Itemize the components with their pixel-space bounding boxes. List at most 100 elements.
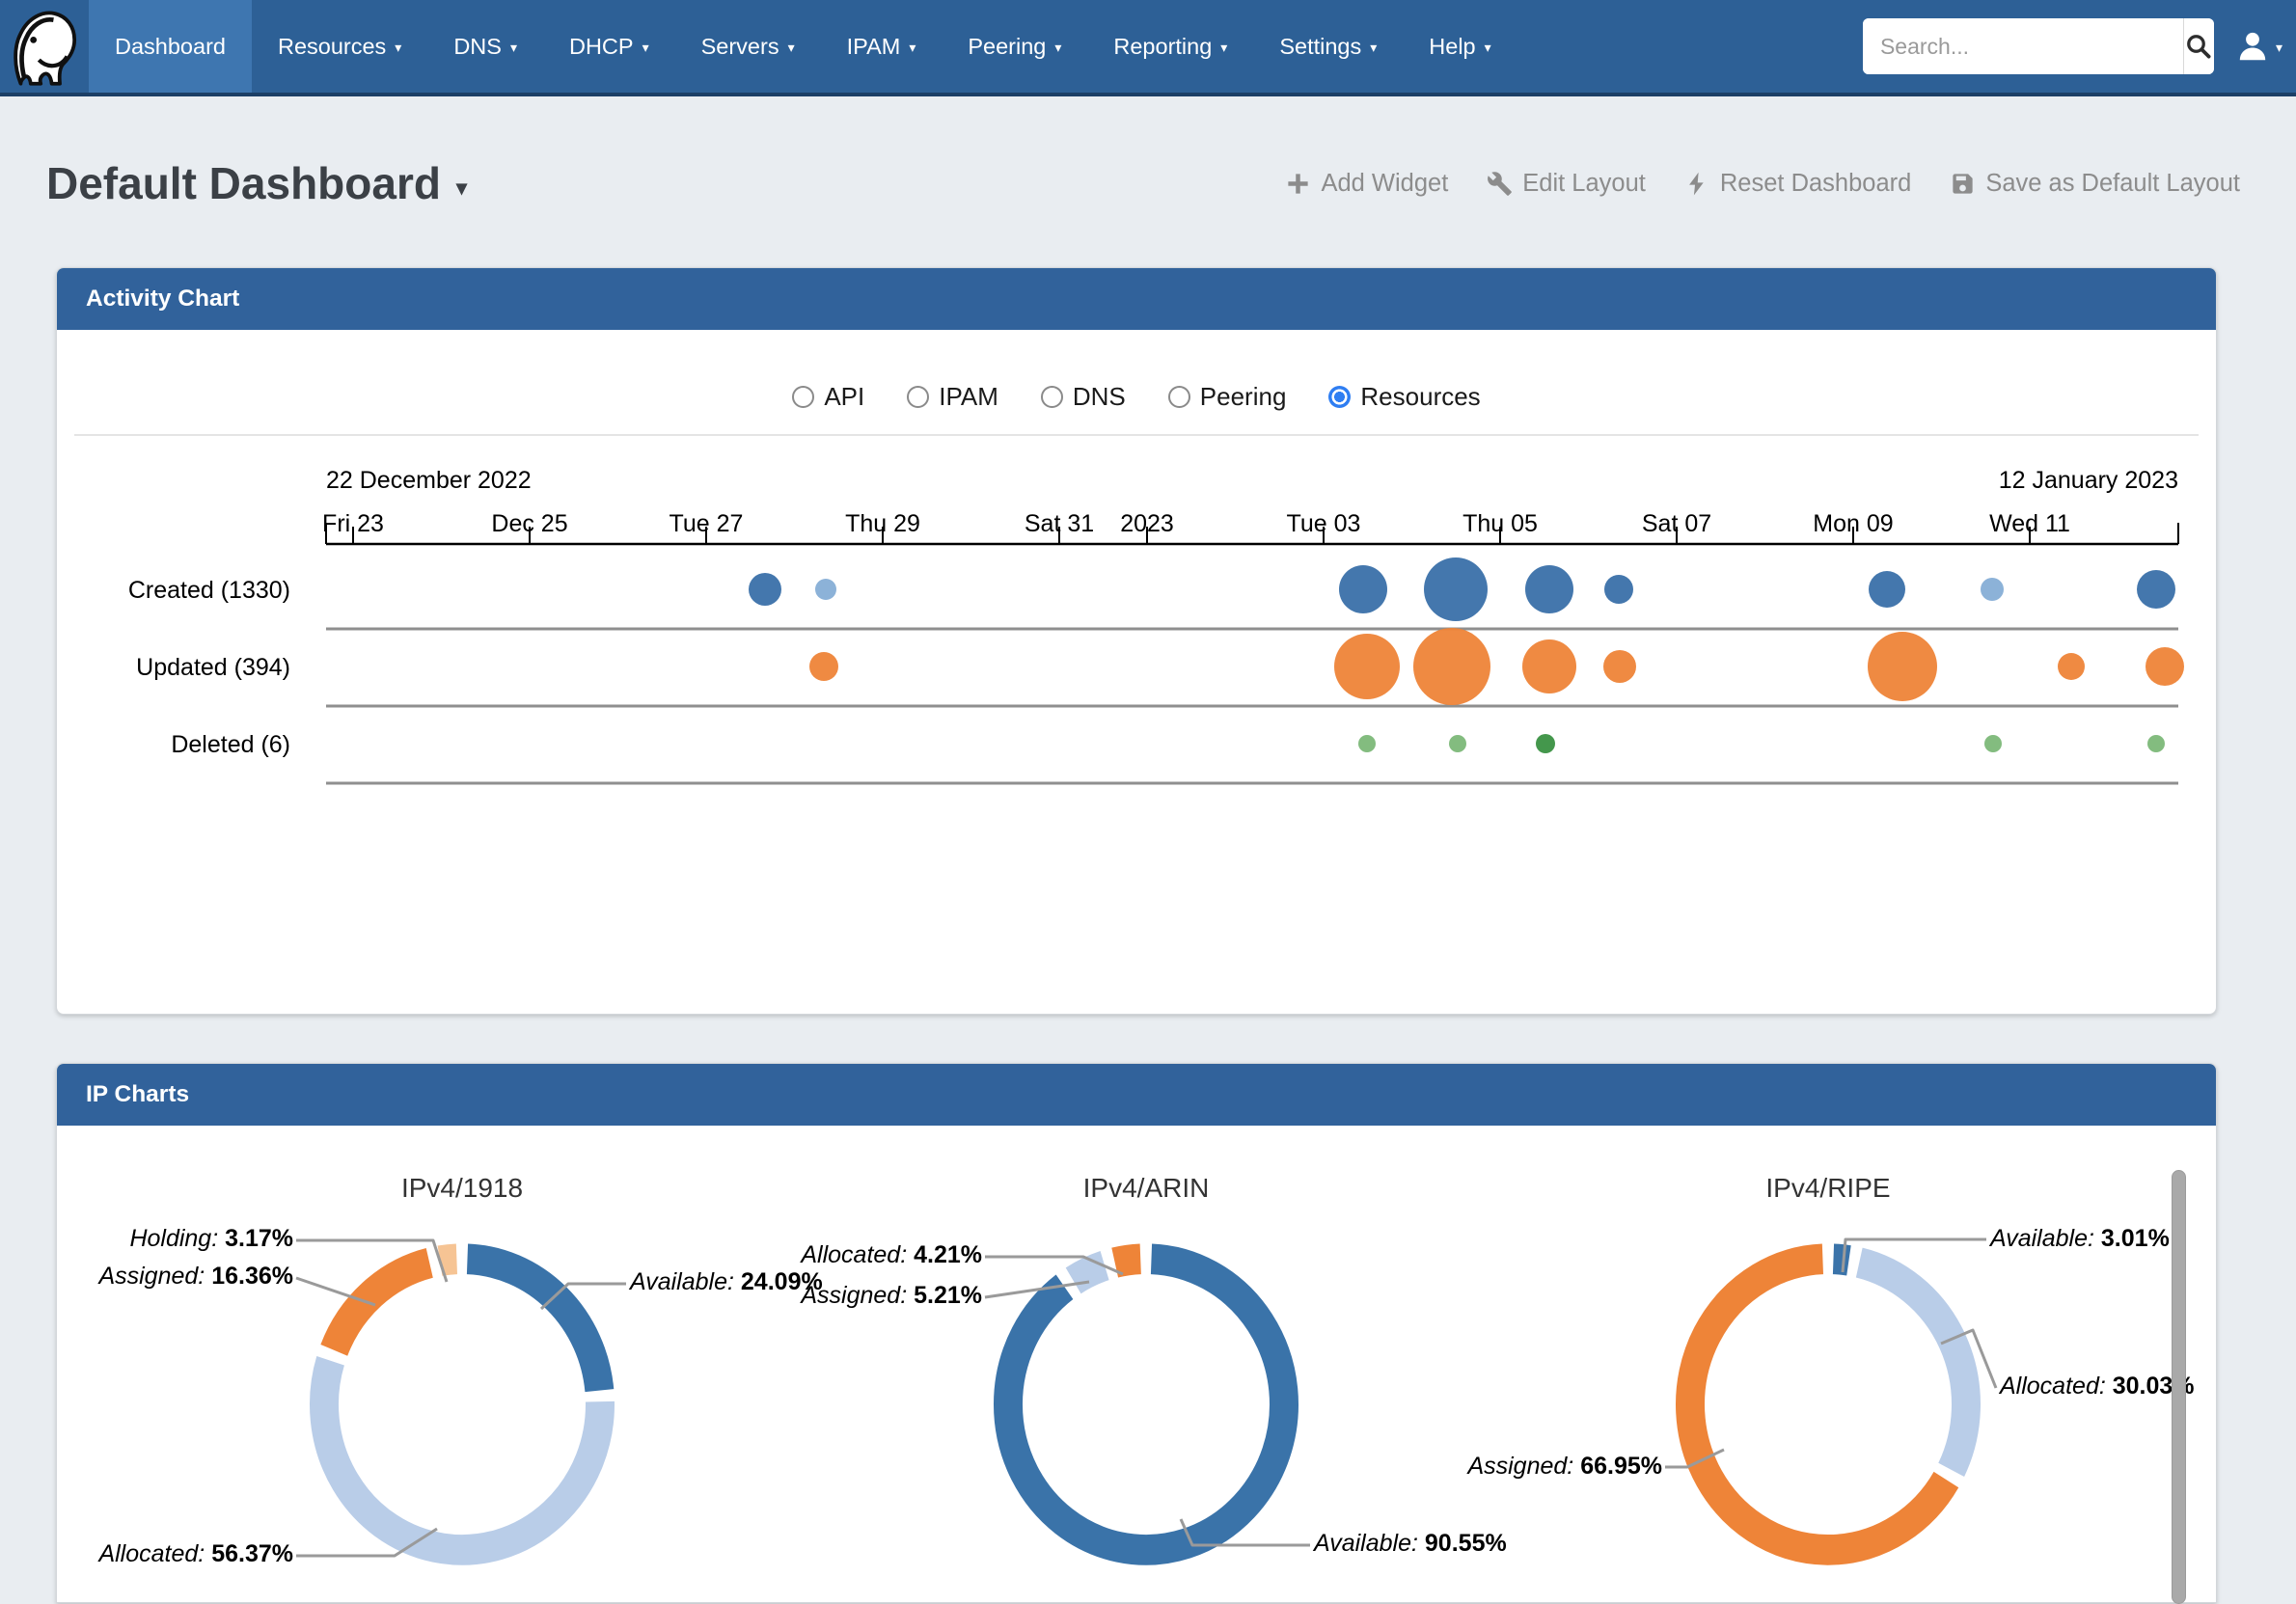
donut-segment-available[interactable] (467, 1259, 599, 1390)
timeline-row-label: Deleted (6) (171, 731, 290, 758)
donut-segment-available[interactable] (1008, 1259, 1284, 1550)
donut-label: Allocated: 30.03% (1998, 1373, 2195, 1400)
search-input[interactable] (1863, 18, 2183, 74)
event-bubble[interactable] (1536, 734, 1555, 753)
axis-tick-label: Thu 05 (1462, 510, 1538, 537)
chevron-down-icon: ▾ (510, 40, 517, 56)
activity-chart-header[interactable]: Activity Chart (57, 268, 2216, 330)
event-bubble[interactable] (1981, 578, 2004, 601)
event-bubble[interactable] (1339, 565, 1387, 613)
timeline-row-label: Updated (394) (136, 654, 290, 681)
event-bubble[interactable] (815, 579, 836, 600)
nav-item-settings[interactable]: Settings ▾ (1253, 0, 1403, 93)
radio-icon[interactable] (1041, 386, 1063, 408)
event-bubble[interactable] (809, 652, 838, 681)
event-bubble[interactable] (1869, 571, 1905, 608)
event-bubble[interactable] (2147, 735, 2165, 752)
filter-radio-label: DNS (1073, 382, 1126, 412)
ip-donut-charts: IPv4/1918Holding: 3.17%Assigned: 16.36%A… (57, 1128, 2218, 1602)
donut-label: Available: 24.09% (628, 1268, 823, 1295)
radio-icon[interactable] (1168, 386, 1190, 408)
nav-item-resources[interactable]: Resources▾ (252, 0, 427, 93)
nav-item-help[interactable]: Help▾ (1403, 0, 1517, 93)
event-bubble[interactable] (1522, 639, 1576, 693)
search-icon (2184, 32, 2213, 61)
nav-item-servers[interactable]: Servers▾ (675, 0, 821, 93)
donut-segment-assigned[interactable] (1074, 1265, 1105, 1281)
donut-segment-available[interactable] (1833, 1259, 1848, 1261)
plus-icon (1285, 171, 1311, 197)
ip-charts-header[interactable]: IP Charts (57, 1064, 2216, 1126)
nav-item-reporting[interactable]: Reporting▾ (1087, 0, 1253, 93)
event-bubble[interactable] (1603, 650, 1636, 683)
navbar-spacer (1517, 0, 1863, 93)
event-bubble[interactable] (749, 573, 781, 606)
chevron-down-icon: ▾ (1054, 40, 1061, 56)
chevron-down-icon: ▾ (395, 40, 401, 56)
top-navbar: DashboardResources▾DNS▾DHCP▾Servers▾IPAM… (0, 0, 2296, 96)
axis-tick-label: 2023 (1120, 510, 1174, 537)
nav-item-label: Servers (701, 34, 779, 60)
toolbar-button-label: Reset Dashboard (1720, 170, 1911, 198)
timeline-end-label: 12 January 2023 (1999, 467, 2178, 494)
donut-label: Allocated: 56.37% (96, 1540, 293, 1567)
nav-item-peering[interactable]: Peering▾ (942, 0, 1087, 93)
donut-segment-holding[interactable] (440, 1259, 456, 1261)
wrench-icon (1487, 171, 1513, 197)
donut-segment-allocated[interactable] (1859, 1263, 1966, 1470)
nav-item-dashboard[interactable]: Dashboard (89, 0, 252, 93)
filter-radio-label: Resources (1360, 382, 1480, 412)
event-bubble[interactable] (2058, 653, 2085, 680)
event-bubble[interactable] (1358, 735, 1376, 752)
filter-radio-resources[interactable]: Resources (1328, 382, 1480, 412)
event-bubble[interactable] (1449, 735, 1466, 752)
chevron-down-icon: ▾ (1370, 40, 1377, 56)
donut-label: Assigned: 16.36% (96, 1263, 293, 1290)
filter-radio-dns[interactable]: DNS (1041, 382, 1126, 412)
event-bubble[interactable] (1525, 565, 1573, 613)
event-bubble[interactable] (1868, 632, 1937, 701)
filter-radio-ipam[interactable]: IPAM (907, 382, 998, 412)
event-bubble[interactable] (1984, 735, 2002, 752)
event-bubble[interactable] (2137, 570, 2175, 609)
donut-label: Allocated: 4.21% (799, 1241, 982, 1268)
timeline-row-label: Created (1330) (128, 577, 290, 604)
page-title[interactable]: Default Dashboard ▾ (46, 157, 467, 209)
event-bubble[interactable] (2146, 647, 2184, 686)
vertical-scrollbar-thumb[interactable] (2172, 1170, 2186, 1604)
event-bubble[interactable] (1604, 575, 1633, 604)
dashboard-titlebar: Default Dashboard ▾ Add Widget Edit Layou… (46, 143, 2240, 224)
radio-selected-icon[interactable] (1328, 386, 1351, 408)
filter-radio-peering[interactable]: Peering (1168, 382, 1287, 412)
donut-segment-assigned[interactable] (334, 1263, 429, 1349)
edit-layout-button[interactable]: Edit Layout (1487, 170, 1646, 198)
nav-item-label: DHCP (569, 34, 634, 60)
donut-title: IPv4/1918 (401, 1173, 523, 1203)
nav-item-label: Settings (1279, 34, 1361, 60)
page-title-text: Default Dashboard (46, 157, 441, 209)
global-search (1863, 18, 2214, 74)
axis-tick-label: Sat 31 (1025, 510, 1094, 537)
radio-icon[interactable] (907, 386, 929, 408)
nav-item-dhcp[interactable]: DHCP▾ (543, 0, 675, 93)
nav-item-ipam[interactable]: IPAM▾ (821, 0, 943, 93)
activity-chart-title: Activity Chart (86, 285, 239, 313)
user-menu[interactable]: ▾ (2235, 0, 2282, 93)
search-button[interactable] (2183, 18, 2214, 74)
radio-icon[interactable] (792, 386, 814, 408)
donut-label: Available: 3.01% (1988, 1225, 2170, 1252)
save-as-default-layout-button[interactable]: Save as Default Layout (1950, 170, 2240, 198)
donut-segment-allocated[interactable] (1115, 1259, 1141, 1263)
nav-item-dns[interactable]: DNS▾ (427, 0, 543, 93)
toolbar-button-label: Save as Default Layout (1985, 170, 2240, 198)
event-bubble[interactable] (1334, 634, 1400, 699)
ip-charts-title: IP Charts (86, 1081, 189, 1108)
brand-logo[interactable] (0, 0, 89, 93)
mammoth-logo-icon (12, 5, 77, 88)
event-bubble[interactable] (1413, 628, 1490, 705)
reset-dashboard-button[interactable]: Reset Dashboard (1684, 170, 1911, 198)
donut-segment-allocated[interactable] (324, 1361, 600, 1550)
filter-radio-api[interactable]: API (792, 382, 864, 412)
event-bubble[interactable] (1424, 557, 1488, 621)
add-widget-button[interactable]: Add Widget (1285, 170, 1448, 198)
